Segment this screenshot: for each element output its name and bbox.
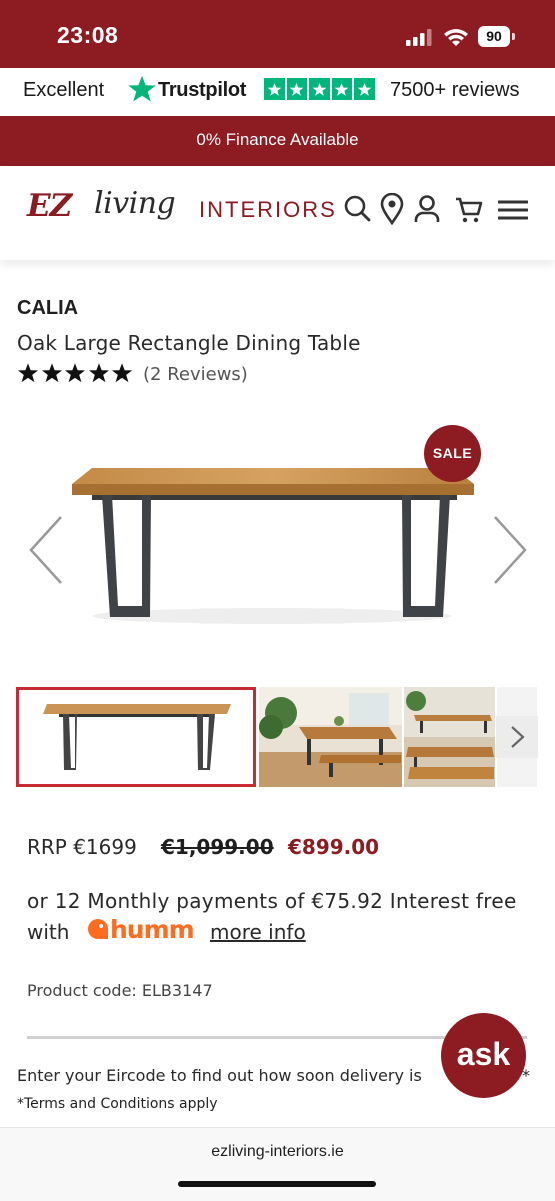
eircode-prompt: Enter your Eircode to find out how soon … (17, 1066, 530, 1085)
thumbnail-2[interactable] (259, 687, 402, 787)
search-icon[interactable] (342, 193, 372, 225)
product-brand: CALIA (17, 297, 79, 319)
logo-living: living (94, 186, 176, 221)
browser-url-bar[interactable] (0, 1127, 555, 1201)
humm-wordmark: humm (110, 914, 195, 944)
product-title: Oak Large Rectangle Dining Table (17, 331, 361, 355)
star-icon (88, 363, 109, 383)
status-bar: 23:08 90 (0, 0, 555, 68)
cart-icon[interactable] (454, 193, 484, 225)
eircode-prompt-text: Enter your Eircode to find out how soon … (17, 1066, 422, 1085)
signal-icon (406, 29, 432, 46)
more-info-link[interactable]: more info (210, 920, 306, 944)
logo-ez: EZ (27, 188, 72, 224)
status-time: 23:08 (57, 22, 119, 48)
ask-chat-button[interactable]: ask (441, 1013, 526, 1098)
menu-icon[interactable] (498, 193, 528, 225)
trustpilot-stars (264, 78, 375, 100)
star-icon (264, 78, 285, 100)
sale-price: €899.00 (288, 835, 380, 859)
old-price: €1,099.00 (161, 835, 274, 859)
with-text: with (27, 920, 70, 944)
logo-interiors: INTERIORS (199, 197, 337, 222)
star-icon (111, 363, 133, 383)
star-icon (286, 78, 307, 100)
home-indicator[interactable] (178, 1181, 376, 1187)
thumbnail-3[interactable] (404, 687, 495, 787)
product-main-image[interactable] (62, 456, 482, 636)
star-icon (354, 78, 375, 100)
account-icon[interactable] (412, 193, 442, 225)
product-code: Product code: ELB3147 (27, 981, 213, 1000)
product-rating-stars[interactable] (17, 362, 135, 384)
star-icon (64, 363, 86, 383)
chevron-left-icon[interactable] (27, 515, 67, 585)
wifi-icon (444, 29, 468, 46)
finance-banner[interactable]: 0% Finance Available (0, 116, 555, 166)
thumbnail-strip (16, 687, 555, 787)
star-icon (309, 78, 330, 100)
location-icon[interactable] (377, 193, 407, 225)
battery-level: 90 (478, 26, 510, 47)
chevron-right-icon[interactable] (489, 515, 529, 585)
humm-logo: humm (86, 914, 195, 944)
rrp-price: RRP €1699 (27, 835, 137, 859)
humm-bird-icon (88, 919, 108, 939)
thumbnail-next-button[interactable] (496, 716, 538, 758)
star-icon (41, 363, 62, 383)
browser-url[interactable]: ezliving-interiors.ie (0, 1143, 555, 1161)
reviews-link[interactable]: (2 Reviews) (143, 364, 248, 385)
trustpilot-star-icon (128, 75, 156, 102)
terms-note: *Terms and Conditions apply (17, 1096, 218, 1112)
trustpilot-reviews-count: 7500+ reviews (390, 79, 520, 101)
chevron-right-icon (511, 726, 525, 748)
star-icon (331, 78, 352, 100)
thumbnail-1[interactable] (16, 687, 256, 787)
monthly-payment-text: or 12 Monthly payments of €75.92 Interes… (27, 889, 517, 913)
sale-badge: SALE (424, 425, 481, 482)
trustpilot-logo: Trustpilot (158, 79, 247, 101)
star-icon (17, 363, 39, 383)
trustpilot-rating-word: Excellent (23, 79, 105, 101)
battery-icon: 90 (478, 26, 516, 48)
